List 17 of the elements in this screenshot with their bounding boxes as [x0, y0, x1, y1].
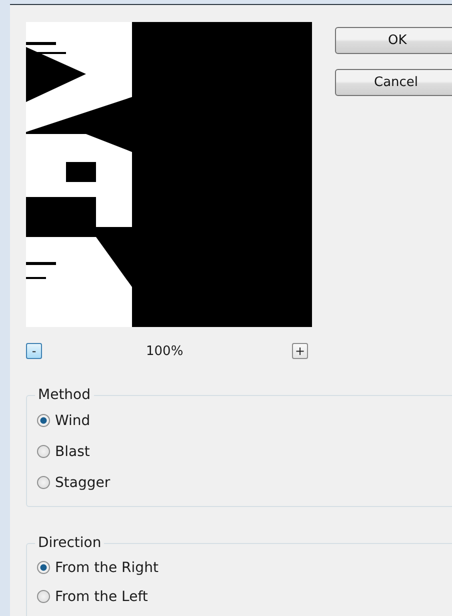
radio-button[interactable]	[37, 476, 50, 489]
dialog-button[interactable]: OK	[335, 27, 452, 54]
option-label: From the Left	[55, 588, 148, 604]
zoom-in-button[interactable]: +	[292, 343, 308, 359]
zoom-out-button[interactable]: -	[26, 343, 42, 359]
option-label: Blast	[55, 444, 90, 460]
dialog-button[interactable]: Cancel	[335, 69, 452, 96]
radio-button[interactable]	[37, 561, 50, 574]
group-title: Method	[37, 387, 92, 403]
option-label: Wind	[55, 412, 90, 428]
radio-button[interactable]	[37, 445, 50, 458]
radio-button[interactable]	[37, 414, 50, 427]
zoom-level: 100%	[146, 344, 184, 358]
radio-button[interactable]	[37, 590, 50, 603]
group-title: Direction	[37, 535, 102, 551]
option-label: From the Right	[55, 560, 158, 576]
option-label: Stagger	[55, 474, 110, 490]
